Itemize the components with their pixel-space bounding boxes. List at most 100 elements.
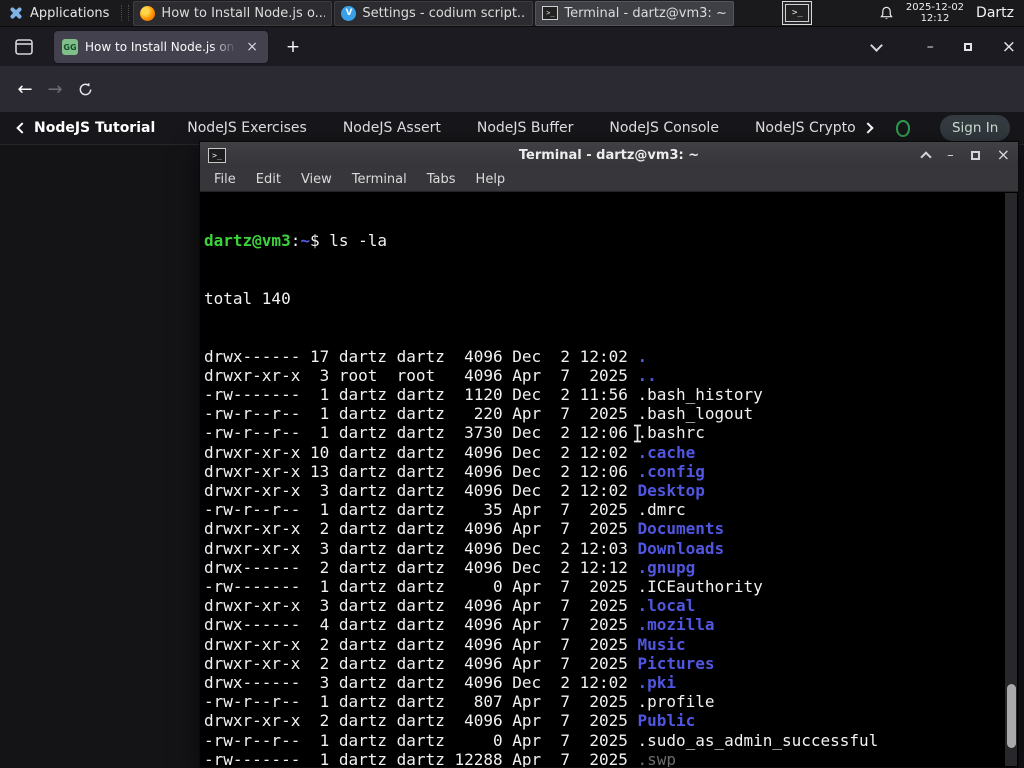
site-nav-links: NodeJS Exercises NodeJS Assert NodeJS Buff…: [187, 120, 885, 136]
nav-back-link[interactable]: NodeJS Tutorial: [16, 120, 156, 136]
taskbar-button-terminal[interactable]: >_ Terminal - dartz@vm3: ~: [535, 0, 735, 26]
taskbar-button-codium[interactable]: V Settings - codium script...: [334, 0, 534, 26]
browser-tab[interactable]: GG How to Install Node.js on ×: [54, 31, 268, 63]
file-row-meta: -rw-r--r-- 1 dartz dartz 0 Apr 7 2025: [204, 730, 638, 750]
file-row: drwx------ 3 dartz dartz 4096 Dec 2 12:0…: [204, 673, 1018, 692]
terminal-menu-help[interactable]: Help: [466, 172, 516, 187]
file-row-meta: drwxr-xr-x 3 dartz dartz 4096 Dec 2 12:0…: [204, 481, 638, 501]
file-row-name: .bash_history: [637, 385, 763, 405]
browser-close-button[interactable]: ×: [1002, 37, 1016, 57]
terminal-scrollbar-thumb[interactable]: [1006, 684, 1016, 748]
list-all-tabs-icon[interactable]: [869, 38, 883, 52]
codium-icon: V: [341, 5, 357, 21]
taskbar-button-label: Settings - codium script...: [362, 5, 527, 21]
file-row-name: .swp: [637, 749, 677, 767]
file-row-meta: -rw-r--r-- 1 dartz dartz 220 Apr 7 2025: [204, 404, 638, 424]
site-nav-link[interactable]: NodeJS Crypto: [755, 120, 856, 136]
applications-menu-button[interactable]: Applications: [0, 0, 117, 27]
taskbar-button-firefox[interactable]: How to Install Node.js o...: [133, 0, 333, 26]
site-nav-link[interactable]: NodeJS Assert: [343, 120, 441, 136]
file-row-meta: drwxr-xr-x 3 dartz dartz 4096 Dec 2 12:0…: [204, 538, 638, 558]
notification-bell-icon[interactable]: [879, 6, 894, 21]
terminal-menu-terminal[interactable]: Terminal: [342, 172, 417, 187]
tray-terminal-launcher[interactable]: >_: [782, 1, 813, 25]
file-row-name: .: [637, 346, 648, 366]
firefox-view-icon[interactable]: [10, 34, 38, 60]
terminal-window: >_ Terminal - dartz@vm3: ~ – × File Edit V…: [199, 141, 1019, 768]
site-nav-link[interactable]: NodeJS Buffer: [477, 120, 574, 136]
file-row: -rw-r--r-- 1 dartz dartz 0 Apr 7 2025 .s…: [204, 731, 1018, 750]
panel-clock[interactable]: 2025-12-02 12:12: [906, 2, 964, 24]
file-row-name: .mozilla: [637, 615, 715, 635]
terminal-minimize-button[interactable]: –: [947, 148, 954, 163]
text-cursor-pointer: [632, 424, 643, 443]
forward-button[interactable]: →: [40, 74, 70, 104]
file-row: drwxr-xr-x 3 dartz dartz 4096 Apr 7 2025…: [204, 596, 1018, 615]
new-tab-button[interactable]: +: [280, 35, 306, 59]
file-row: drwx------ 4 dartz dartz 4096 Apr 7 2025…: [204, 615, 1018, 634]
file-row: drwx------ 2 dartz dartz 4096 Dec 2 12:1…: [204, 558, 1018, 577]
terminal-menu-bar: File Edit View Terminal Tabs Help: [200, 168, 1018, 192]
prompt-user: dartz@vm3: [204, 231, 291, 251]
terminal-menu-tabs[interactable]: Tabs: [417, 172, 466, 187]
terminal-menu-file[interactable]: File: [204, 172, 246, 187]
file-row-meta: -rw------- 1 dartz dartz 1120 Dec 2 11:5…: [204, 385, 638, 405]
clock-time: 12:12: [920, 13, 950, 24]
taskbar: How to Install Node.js o... V Settings - c…: [133, 0, 735, 27]
terminal-output[interactable]: dartz@vm3:~$ ls -la total 140 drwx------…: [200, 192, 1018, 767]
file-row-meta: drwx------ 4 dartz dartz 4096 Apr 7 2025: [204, 615, 638, 635]
file-row-name: .dmrc: [637, 500, 686, 520]
file-row: drwxr-xr-x 3 root root 4096 Apr 7 2025 .…: [204, 366, 1018, 385]
file-row-name: Desktop: [637, 481, 705, 501]
prompt-command: $ ls -la: [309, 231, 388, 251]
nav-overflow-chevron-icon[interactable]: [862, 122, 874, 134]
terminal-menu-edit[interactable]: Edit: [246, 172, 291, 187]
file-row-meta: drwx------ 17 dartz dartz 4096 Dec 2 12:…: [204, 346, 638, 366]
file-row: drwxr-xr-x 3 dartz dartz 4096 Dec 2 12:0…: [204, 481, 1018, 500]
geeksforgeeks-favicon: GG: [62, 39, 78, 55]
nav-back-label: NodeJS Tutorial: [34, 120, 156, 136]
site-nav-link[interactable]: NodeJS Exercises: [187, 120, 307, 136]
terminal-total-line: total 140: [204, 289, 291, 309]
file-row-name: .local: [637, 596, 696, 616]
terminal-shade-icon[interactable]: [920, 150, 932, 163]
panel-grip: [121, 5, 130, 21]
terminal-scrollbar[interactable]: [1005, 193, 1017, 766]
file-row-meta: drwxr-xr-x 10 dartz dartz 4096 Dec 2 12:…: [204, 442, 638, 462]
file-row-name: .profile: [637, 692, 715, 712]
file-row-meta: -rw-r--r-- 1 dartz dartz 35 Apr 7 2025: [204, 500, 638, 520]
applications-label: Applications: [30, 5, 110, 21]
tab-close-icon[interactable]: ×: [244, 39, 260, 55]
browser-minimize-button[interactable]: –: [927, 39, 934, 55]
file-row-name: Downloads: [637, 538, 725, 558]
prompt-path: ~: [300, 231, 310, 251]
file-row: -rw-r--r-- 1 dartz dartz 35 Apr 7 2025 .…: [204, 500, 1018, 519]
site-nav-link[interactable]: NodeJS Console: [609, 120, 719, 136]
terminal-menu-view[interactable]: View: [291, 172, 342, 187]
firefox-icon: [140, 5, 156, 21]
search-icon[interactable]: [895, 119, 911, 137]
terminal-maximize-button[interactable]: [970, 150, 980, 160]
terminal-close-button[interactable]: ×: [997, 147, 1010, 163]
file-row: drwxr-xr-x 2 dartz dartz 4096 Apr 7 2025…: [204, 654, 1018, 673]
file-row-meta: drwx------ 3 dartz dartz 4096 Dec 2 12:0…: [204, 673, 638, 693]
terminal-title-bar[interactable]: >_ Terminal - dartz@vm3: ~ – ×: [200, 142, 1018, 168]
file-row: drwxr-xr-x 2 dartz dartz 4096 Apr 7 2025…: [204, 711, 1018, 730]
file-row-meta: -rw-r--r-- 1 dartz dartz 807 Apr 7 2025: [204, 692, 638, 712]
file-row: -rw-r--r-- 1 dartz dartz 807 Apr 7 2025 …: [204, 692, 1018, 711]
reload-icon[interactable]: [70, 74, 100, 104]
file-row-meta: drwxr-xr-x 3 root root 4096 Apr 7 2025: [204, 365, 638, 385]
desktop-panel: Applications How to Install Node.js o...…: [0, 0, 1024, 27]
file-row-meta: drwxr-xr-x 13 dartz dartz 4096 Dec 2 12:…: [204, 461, 638, 481]
applications-icon: [8, 5, 24, 21]
file-row-name: .bash_logout: [637, 404, 754, 424]
terminal-window-icon: >_: [208, 147, 226, 163]
sign-in-button[interactable]: Sign In: [940, 115, 1010, 141]
file-row: drwxr-xr-x 10 dartz dartz 4096 Dec 2 12:…: [204, 443, 1018, 462]
back-button[interactable]: ←: [10, 74, 40, 104]
browser-maximize-button[interactable]: [963, 43, 972, 51]
user-menu[interactable]: Dartz: [976, 5, 1014, 21]
file-row-name: Public: [637, 711, 696, 731]
file-row-name: .ICEauthority: [637, 577, 763, 597]
file-row-name: .gnupg: [637, 557, 696, 577]
